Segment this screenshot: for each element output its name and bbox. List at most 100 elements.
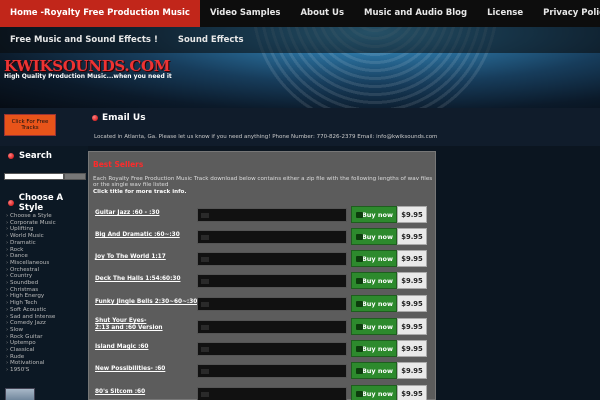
track-title-link[interactable]: Big And Dramatic :60~:30 [95, 232, 180, 239]
email-title: Email Us [92, 113, 146, 123]
audio-player[interactable] [197, 208, 347, 222]
cart-icon [356, 368, 363, 374]
cart-icon [356, 346, 363, 352]
track-title-link[interactable]: Joy To The World 1:17 [95, 254, 166, 261]
track-row: Joy To The World 1:17 Buy now $9.95 [89, 250, 437, 268]
bullet-icon [8, 200, 14, 206]
price-label: $9.95 [397, 206, 427, 223]
email-strip [0, 108, 600, 146]
cart-icon [356, 301, 363, 307]
style-item[interactable]: High Tech [6, 300, 56, 307]
main-content: Best Sellers Each Royalty Free Productio… [88, 146, 600, 400]
buy-now-button[interactable]: Buy now [351, 385, 397, 400]
buy-now-label: Buy now [361, 366, 393, 375]
buy-now-button[interactable]: Buy now [351, 295, 397, 312]
site-tagline: High Quality Production Music...when you… [4, 73, 172, 80]
style-item[interactable]: Rock [6, 247, 56, 254]
cart-icon [356, 278, 363, 284]
best-sellers-panel: Best Sellers Each Royalty Free Productio… [88, 151, 436, 400]
audio-player[interactable] [197, 320, 347, 334]
buy-now-button[interactable]: Buy now [351, 340, 397, 357]
nav-privacy-policy[interactable]: Privacy Policy [533, 0, 600, 27]
price-label: $9.95 [397, 318, 427, 335]
price-label: $9.95 [397, 340, 427, 357]
buy-now-label: Buy now [361, 232, 393, 241]
buy-now-button[interactable]: Buy now [351, 272, 397, 289]
style-item[interactable]: 1950'S [6, 367, 56, 374]
audio-player[interactable] [197, 387, 347, 400]
style-item[interactable]: Soft Acoustic [6, 307, 56, 314]
style-item[interactable]: Sad and Intense [6, 314, 56, 321]
buy-now-button[interactable]: Buy now [351, 250, 397, 267]
buy-now-button[interactable]: Buy now [351, 362, 397, 379]
buy-now-label: Buy now [361, 299, 393, 308]
style-item[interactable]: Slow [6, 327, 56, 334]
style-item[interactable]: Comedy Jazz [6, 320, 56, 327]
search-heading: Search [0, 151, 52, 161]
style-item[interactable]: Country [6, 273, 56, 280]
track-title-link[interactable]: New Possibilities- :60 [95, 366, 165, 373]
style-item[interactable]: Orchestral [6, 267, 56, 274]
track-title-link[interactable]: Island Magic :60 [95, 344, 148, 351]
style-item[interactable]: Motivational [6, 360, 56, 367]
search-heading-text: Search [19, 151, 52, 161]
style-item[interactable]: Miscellaneous [6, 260, 56, 267]
buy-now-label: Buy now [361, 344, 393, 353]
style-item[interactable]: Rock Guitar [6, 334, 56, 341]
track-title-text: Island Magic :60 [95, 344, 149, 350]
bullet-icon [8, 153, 14, 159]
track-title-text: New Possibilities- :60 [95, 366, 166, 372]
style-item[interactable]: Classical [6, 347, 56, 354]
track-title-text: Funky Jingle Bells 2:30~60~:30 [95, 299, 198, 305]
audio-player[interactable] [197, 364, 347, 378]
style-heading-text: Choose A Style [18, 193, 64, 213]
intro-cta: Click title for more track info. [93, 188, 187, 195]
track-title-text: 80's Sitcom :60 [95, 389, 146, 395]
style-heading: Choose A Style [0, 193, 88, 213]
free-tracks-button[interactable]: Click For Free Tracks [4, 114, 56, 136]
cart-icon [356, 324, 363, 330]
track-row: 80's Sitcom :60 Buy now $9.95 [89, 385, 437, 400]
buy-now-button[interactable]: Buy now [351, 318, 397, 335]
nav-video-samples[interactable]: Video Samples [200, 0, 291, 27]
audio-player[interactable] [197, 252, 347, 266]
nav-home[interactable]: Home -Royalty Free Production Music [0, 0, 200, 27]
track-title-link[interactable]: Guitar Jazz :60 - :30 [95, 210, 159, 217]
nav-blog[interactable]: Music and Audio Blog [354, 0, 477, 27]
sidebar-thumbnail[interactable] [5, 388, 35, 400]
style-item[interactable]: Soundbed [6, 280, 56, 287]
audio-player[interactable] [197, 230, 347, 244]
style-item[interactable]: Rude [6, 354, 56, 361]
search-form [4, 173, 88, 180]
email-title-text: Email Us [102, 113, 146, 123]
cart-icon [356, 391, 363, 397]
audio-player[interactable] [197, 297, 347, 311]
style-item[interactable]: Christmas [6, 287, 56, 294]
track-title-link[interactable]: Funky Jingle Bells 2:30~60~:30 [95, 299, 197, 306]
buy-now-button[interactable]: Buy now [351, 228, 397, 245]
nav-about-us[interactable]: About Us [290, 0, 354, 27]
nav-sound-effects[interactable]: Sound Effects [168, 27, 254, 53]
style-item[interactable]: Corporate Music [6, 220, 56, 227]
style-item[interactable]: Uptempo [6, 340, 56, 347]
track-title-text: Joy To The World 1:17 [95, 254, 166, 260]
track-title-link[interactable]: Shut Your Eyes- 2:13 and :60 Version [95, 318, 163, 331]
audio-player[interactable] [197, 274, 347, 288]
track-title-text: Big And Dramatic :60~:30 [95, 232, 180, 238]
contact-info: Located in Atlanta, Ga. Please let us kn… [94, 134, 438, 140]
style-item[interactable]: Uplifting [6, 226, 56, 233]
style-item[interactable]: World Music [6, 233, 56, 240]
style-item[interactable]: Choose a Style [6, 213, 56, 220]
track-row: Funky Jingle Bells 2:30~60~:30 Buy now $9.… [89, 295, 437, 313]
buy-now-button[interactable]: Buy now [351, 206, 397, 223]
track-title-link[interactable]: 80's Sitcom :60 [95, 389, 145, 396]
search-button[interactable] [64, 173, 86, 180]
style-item[interactable]: High Energy [6, 293, 56, 300]
style-item[interactable]: Dramatic [6, 240, 56, 247]
track-title-link[interactable]: Deck The Halls 1:54:60:30 [95, 276, 180, 283]
search-input[interactable] [4, 173, 64, 180]
nav-license[interactable]: License [477, 0, 533, 27]
style-item[interactable]: Dance [6, 253, 56, 260]
nav-free-music[interactable]: Free Music and Sound Effects ! [0, 27, 168, 53]
audio-player[interactable] [197, 342, 347, 356]
